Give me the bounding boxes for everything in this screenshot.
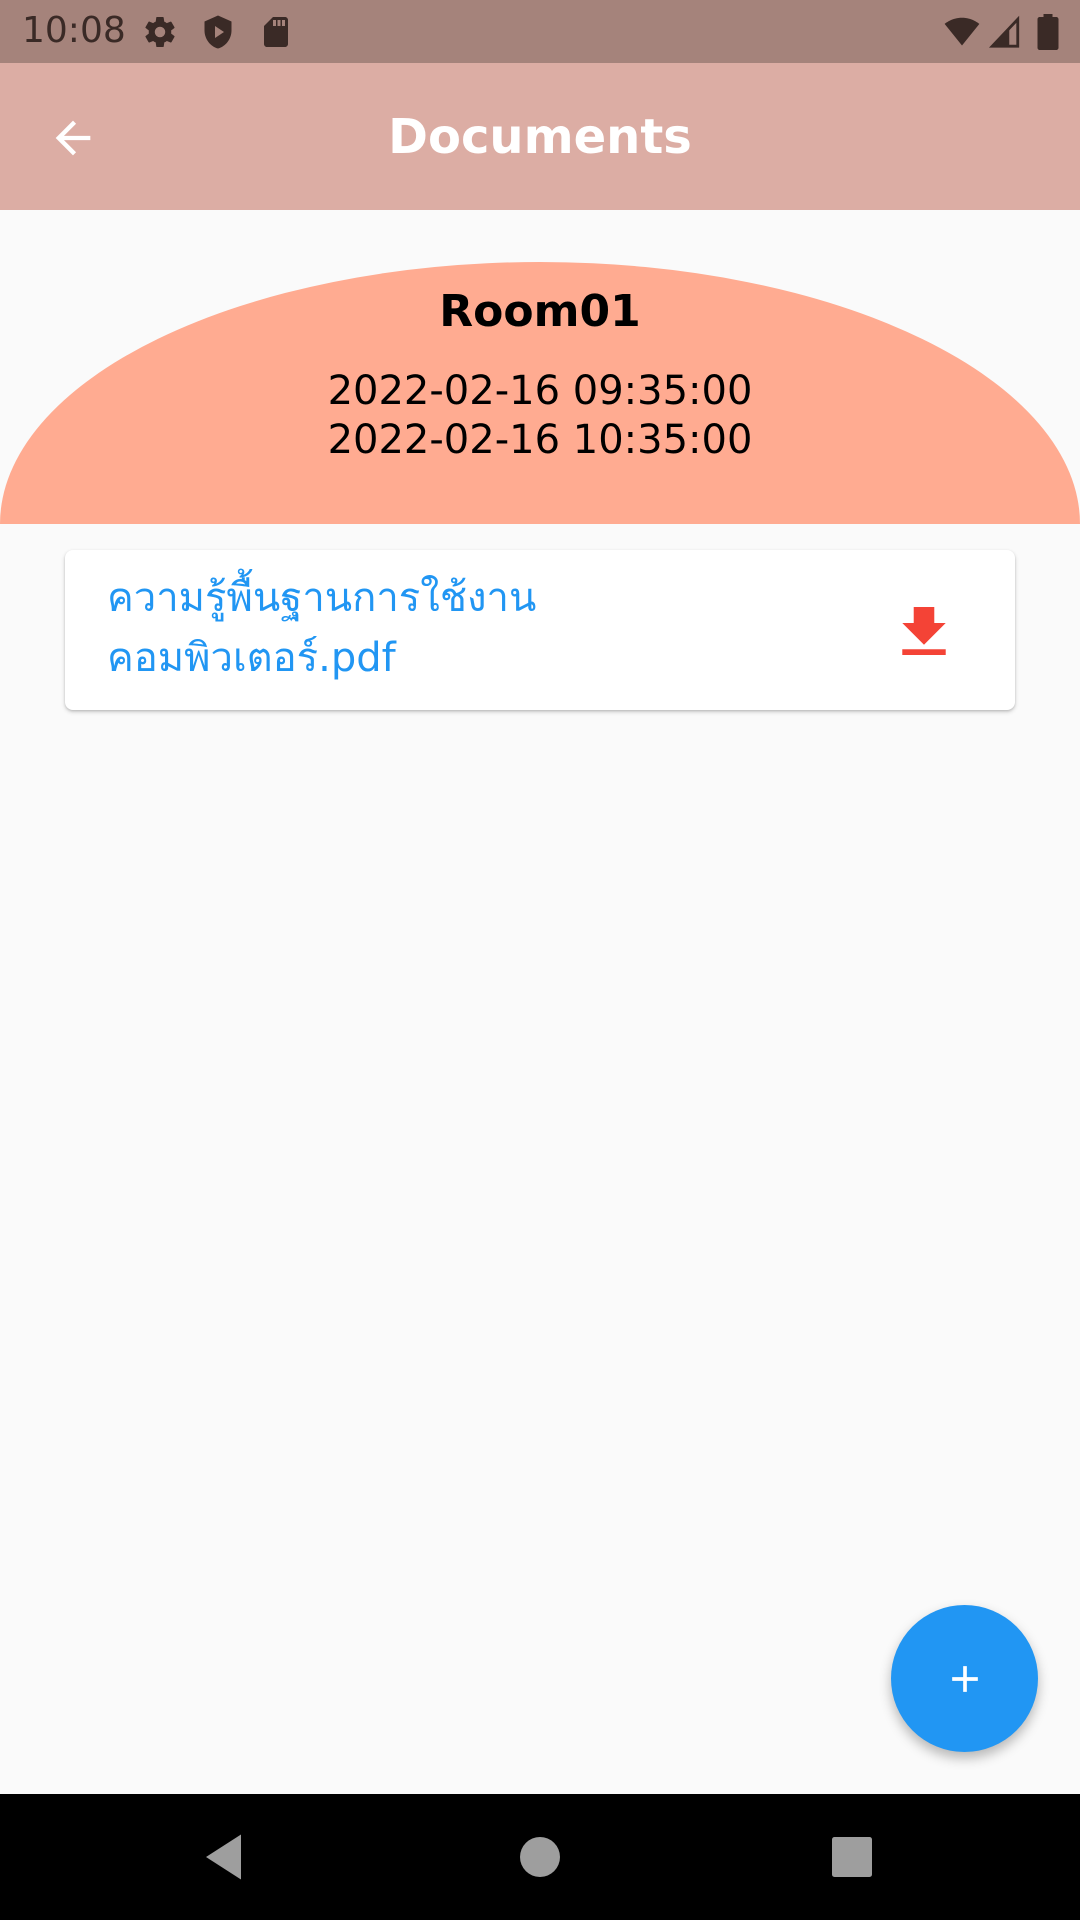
page-title: Documents (388, 108, 692, 165)
cell-signal-icon (988, 14, 1024, 50)
recents-square-icon (832, 1837, 872, 1877)
home-circle-icon (520, 1837, 560, 1877)
shield-play-icon (200, 14, 236, 50)
app-bar: Documents (0, 63, 1080, 210)
plus-icon (951, 1665, 978, 1692)
document-link[interactable]: ความรู้พื้นฐานการใช้งานคอมพิวเตอร์.pdf (107, 568, 627, 688)
status-bar: 10:08 (0, 0, 1080, 63)
status-time: 10:08 (22, 10, 126, 51)
nav-back-button[interactable] (196, 1827, 256, 1887)
nav-recents-button[interactable] (822, 1827, 882, 1887)
room-start-time: 2022-02-16 09:35:00 (327, 368, 753, 414)
document-card: ความรู้พื้นฐานการใช้งานคอมพิวเตอร์.pdf (65, 550, 1015, 710)
download-icon (902, 607, 946, 655)
download-button[interactable] (879, 586, 969, 676)
nav-home-button[interactable] (510, 1827, 570, 1887)
room-name: Room01 (439, 286, 641, 337)
system-nav-bar (0, 1794, 1080, 1920)
back-button[interactable] (34, 99, 112, 177)
room-header: Room01 2022-02-16 09:35:00 2022-02-16 10… (0, 262, 1080, 524)
gear-icon (142, 14, 178, 50)
arrow-back-icon (55, 120, 91, 156)
wifi-icon (942, 14, 980, 50)
room-end-time: 2022-02-16 10:35:00 (327, 417, 753, 463)
add-document-button[interactable] (891, 1605, 1038, 1752)
sd-card-icon (258, 14, 294, 50)
battery-icon (1036, 14, 1072, 50)
back-triangle-icon (206, 1834, 241, 1880)
